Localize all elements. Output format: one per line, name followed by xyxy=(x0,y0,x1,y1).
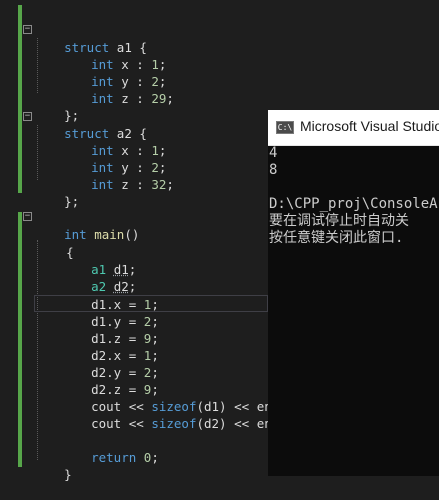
code-text: ; xyxy=(151,450,159,465)
code-text: ; xyxy=(166,177,174,192)
code-line[interactable]: int main() xyxy=(34,209,139,242)
code-line[interactable]: int z : 29; xyxy=(61,73,174,106)
console-output-line: 4 xyxy=(269,145,278,161)
code-line[interactable]: } xyxy=(34,449,72,482)
code-text: ; xyxy=(166,91,174,106)
keyword-token: int xyxy=(91,177,114,192)
code-line[interactable]: d1.z = 9; xyxy=(61,313,159,346)
code-line[interactable]: }; xyxy=(34,90,79,123)
code-line[interactable]: int x : 1; xyxy=(61,125,166,158)
code-line[interactable]: cout << sizeof(d1) << endl; xyxy=(61,381,294,414)
console-app-icon: C:\ xyxy=(276,121,294,134)
function-name-token: main xyxy=(94,227,125,242)
change-indicator-bar xyxy=(18,212,22,467)
code-line[interactable]: struct a2 { xyxy=(34,108,147,141)
console-titlebar[interactable]: C:\ Microsoft Visual Studio xyxy=(268,110,439,146)
console-window[interactable]: C:\ Microsoft Visual Studio 4 8 D:\CPP_p… xyxy=(268,110,439,476)
console-output-line: 要在调试停止时自动关 xyxy=(269,213,409,229)
code-line[interactable]: struct a1 { xyxy=(34,22,147,55)
keyword-token: int xyxy=(91,91,114,106)
code-line[interactable]: d2.z = 9; xyxy=(61,364,159,397)
code-line[interactable]: }; xyxy=(34,176,79,209)
code-line[interactable]: d1.y = 2; xyxy=(61,296,159,329)
code-line[interactable]: { xyxy=(36,227,74,260)
number-token: 29 xyxy=(151,91,167,106)
code-line[interactable]: a2 d2; xyxy=(61,261,136,294)
code-text: }; xyxy=(64,194,80,209)
code-line[interactable]: int x : 1; xyxy=(61,39,166,72)
console-output-line: 8 xyxy=(269,162,278,178)
fold-toggle-icon[interactable]: − xyxy=(23,212,32,221)
fold-toggle-icon[interactable]: − xyxy=(23,25,32,34)
code-text: cout << xyxy=(91,416,152,431)
code-text: () xyxy=(124,227,140,242)
number-token: 32 xyxy=(151,177,167,192)
code-line[interactable]: d1.x = 1; xyxy=(61,279,159,312)
console-output-line: D:\CPP_proj\ConsoleA xyxy=(269,196,438,212)
code-text: z : xyxy=(113,91,152,106)
console-output-line: 按任意键关闭此窗口. xyxy=(269,230,404,246)
code-line[interactable]: return 0; xyxy=(61,432,159,465)
code-line[interactable]: d2.y = 2; xyxy=(61,347,159,380)
console-title: Microsoft Visual Studio xyxy=(300,118,439,134)
change-indicator-bar xyxy=(18,5,22,193)
code-text: z : xyxy=(113,177,152,192)
code-line[interactable]: int y : 2; xyxy=(61,56,166,89)
code-line[interactable]: a1 d1; xyxy=(61,244,136,277)
code-line[interactable]: d2.x = 1; xyxy=(61,330,159,363)
code-text: } xyxy=(64,467,72,482)
code-line[interactable]: int z : 32; xyxy=(61,159,174,192)
code-line[interactable]: int y : 2; xyxy=(61,142,166,175)
keyword-token: sizeof xyxy=(151,416,197,431)
fold-toggle-icon[interactable]: − xyxy=(23,112,32,121)
code-line[interactable]: cout << sizeof(d2) << endl; xyxy=(61,398,294,431)
keyword-token: return xyxy=(91,450,137,465)
